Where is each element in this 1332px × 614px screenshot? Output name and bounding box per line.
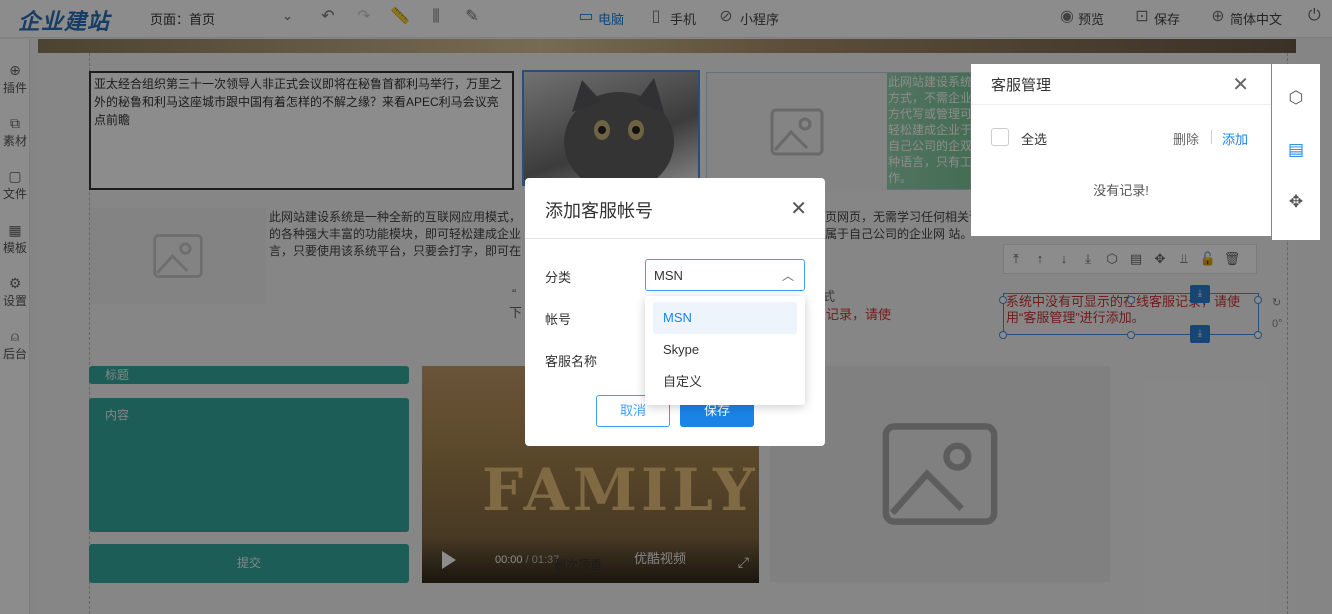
category-select[interactable]: MSN ︿ [645, 259, 805, 291]
divider [971, 104, 1271, 105]
dialog-title: 添加客服帐号 [545, 201, 653, 221]
close-icon[interactable]: ✕ [1232, 72, 1249, 97]
close-icon[interactable]: ✕ [790, 196, 807, 221]
dropdown-option-custom[interactable]: 自定义 [653, 366, 797, 398]
divider [525, 238, 825, 239]
chevron-up-icon: ︿ [781, 269, 794, 283]
divider [1211, 130, 1212, 144]
category-dropdown: MSN Skype 自定义 [645, 296, 805, 405]
add-button[interactable]: 添加 [1222, 129, 1248, 148]
category-label: 分类 [545, 270, 572, 285]
service-name-label: 客服名称 [545, 354, 598, 369]
dropdown-option-skype[interactable]: Skype [653, 334, 797, 366]
account-label: 帐号 [545, 312, 572, 327]
style-icon[interactable]: ⬡ [1284, 86, 1308, 110]
select-all-label[interactable]: 全选 [1021, 129, 1047, 148]
panel-title: 客服管理 [991, 77, 1052, 94]
move-icon[interactable]: ✥ [1284, 190, 1308, 214]
customer-service-panel: 客服管理 ✕ 全选 删除 添加 没有记录! [971, 64, 1271, 236]
dropdown-option-msn[interactable]: MSN [653, 302, 797, 334]
category-select-value: MSN [654, 268, 683, 283]
empty-message: 没有记录! [1093, 183, 1149, 198]
right-toolbar: ⬡ ▤ ✥ [1272, 64, 1320, 240]
service-list-icon[interactable]: ▤ [1284, 138, 1308, 162]
delete-button[interactable]: 删除 [1173, 129, 1199, 148]
select-all-checkbox[interactable] [991, 128, 1009, 146]
